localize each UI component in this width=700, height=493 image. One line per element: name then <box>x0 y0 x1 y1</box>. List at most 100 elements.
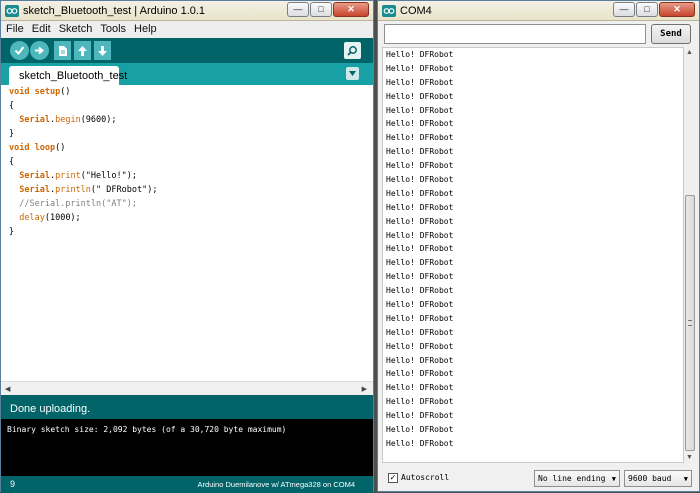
code-line: void setup() <box>9 85 157 99</box>
code-editor[interactable]: void setup() { Serial.begin(9600);} void l… <box>1 85 373 381</box>
scroll-up-icon[interactable]: ▲ <box>686 49 693 56</box>
code-token: Serial <box>19 185 50 195</box>
monitor-window-title: COM4 <box>400 5 432 17</box>
output-line: Hello! DFRobot <box>386 327 454 337</box>
maximize-button[interactable]: □ <box>310 2 332 17</box>
maximize-button[interactable]: □ <box>636 2 658 17</box>
code-line: { <box>9 155 157 169</box>
output-line: Hello! DFRobot <box>386 341 454 351</box>
output-line: Hello! DFRobot <box>386 77 454 87</box>
ide-toolbar <box>1 38 373 63</box>
chevron-down-icon: ▼ <box>683 475 688 483</box>
output-line: Hello! DFRobot <box>386 63 454 73</box>
output-line: Hello! DFRobot <box>386 411 454 421</box>
output-line: Hello! DFRobot <box>386 300 454 310</box>
new-button[interactable] <box>54 41 71 60</box>
monitor-title-bar[interactable]: COM4 — □ ✕ <box>378 1 699 21</box>
minimize-icon: — <box>619 4 629 14</box>
code-token: { <box>9 157 15 167</box>
autoscroll-label: Autoscroll <box>401 473 450 482</box>
verify-button[interactable] <box>10 41 29 60</box>
code-token: begin <box>55 115 81 125</box>
send-row: Send <box>378 21 699 47</box>
new-icon <box>58 45 67 56</box>
code-token: void <box>9 143 35 153</box>
menu-help[interactable]: Help <box>129 21 160 35</box>
send-input[interactable] <box>384 24 646 44</box>
tab-sketch[interactable]: sketch_Bluetooth_test <box>9 66 127 85</box>
code-line: //Serial.println("AT"); <box>9 197 157 211</box>
code-line: delay(1000); <box>9 211 157 225</box>
code-token: loop <box>34 143 56 153</box>
output-line: Hello! DFRobot <box>386 133 454 143</box>
minimize-button[interactable]: — <box>287 2 309 17</box>
output-vertical-scrollbar[interactable]: ▲ ▼ <box>684 47 696 463</box>
code-line: { <box>9 99 157 113</box>
close-button[interactable]: ✕ <box>659 2 695 17</box>
ide-window-title: sketch_Bluetooth_test | Arduino 1.0.1 <box>23 5 206 17</box>
autoscroll-checkbox[interactable]: ✓ <box>388 473 398 483</box>
serial-monitor-window: COM4 — □ ✕ Send Hello! DFRobot Hello! DFR… <box>377 0 700 492</box>
scroll-left-icon[interactable]: ◀ <box>5 385 10 393</box>
code-token: ("Hello!"); <box>80 171 137 181</box>
code-token: setup <box>34 87 61 97</box>
serial-monitor-button[interactable] <box>344 42 361 59</box>
send-button[interactable]: Send <box>651 24 691 44</box>
grip-icon <box>688 320 692 326</box>
output-line: Hello! DFRobot <box>386 369 454 379</box>
code-token: delay <box>19 213 45 223</box>
save-button[interactable] <box>94 41 111 60</box>
minimize-button[interactable]: — <box>613 2 635 17</box>
chevron-down-icon: ▼ <box>611 475 616 483</box>
console-output: Binary sketch size: 2,092 bytes (of a 30… <box>1 419 373 476</box>
menu-file[interactable]: File <box>1 21 27 35</box>
output-line: Hello! DFRobot <box>386 105 454 115</box>
code-line: } <box>9 127 157 141</box>
maximize-icon: □ <box>318 4 324 14</box>
verify-icon <box>14 46 25 56</box>
baud-value: 9600 baud <box>628 474 672 483</box>
open-button[interactable] <box>74 41 91 60</box>
upload-button[interactable] <box>30 41 49 60</box>
scroll-down-icon[interactable]: ▼ <box>686 454 693 461</box>
save-icon <box>98 45 107 56</box>
tab-menu-button[interactable] <box>346 67 359 80</box>
status-bar: Done uploading. <box>1 395 373 419</box>
chevron-down-icon <box>349 71 356 76</box>
code-token: (" DFRobot"); <box>90 185 158 195</box>
output-line: Hello! DFRobot <box>386 383 454 393</box>
menu-tools[interactable]: Tools <box>95 21 129 35</box>
output-line: Hello! DFRobot <box>386 216 454 226</box>
menu-edit[interactable]: Edit <box>27 21 54 35</box>
arduino-ide-window: sketch_Bluetooth_test | Arduino 1.0.1 — … <box>0 0 374 493</box>
output-line: Hello! DFRobot <box>386 175 454 185</box>
baud-select[interactable]: 9600 baud ▼ <box>624 470 692 487</box>
code-line: Serial.begin(9600); <box>9 113 157 127</box>
checkmark-icon: ✓ <box>389 473 397 482</box>
output-line: Hello! DFRobot <box>386 161 454 171</box>
close-button[interactable]: ✕ <box>333 2 369 17</box>
close-icon: ✕ <box>347 4 355 14</box>
scrollbar-thumb[interactable] <box>685 195 695 451</box>
line-ending-select[interactable]: No line ending ▼ <box>534 470 620 487</box>
code-token: Serial <box>19 171 50 181</box>
code-token: Serial <box>19 115 50 125</box>
menu-sketch[interactable]: Sketch <box>54 21 96 35</box>
minimize-icon: — <box>293 4 303 14</box>
close-icon: ✕ <box>673 4 681 14</box>
output-line: Hello! DFRobot <box>386 188 454 198</box>
maximize-icon: □ <box>644 4 650 14</box>
upload-status: Done uploading. <box>10 403 91 415</box>
open-icon <box>78 45 87 56</box>
code-token: { <box>9 101 15 111</box>
output-line: Hello! DFRobot <box>386 397 454 407</box>
output-line: Hello! DFRobot <box>386 50 454 59</box>
scroll-right-icon[interactable]: ▶ <box>362 385 367 393</box>
ide-title-bar[interactable]: sketch_Bluetooth_test | Arduino 1.0.1 — … <box>1 1 373 21</box>
output-line: Hello! DFRobot <box>386 119 454 129</box>
output-line: Hello! DFRobot <box>386 91 454 101</box>
code-token: } <box>9 227 15 237</box>
editor-horizontal-scrollbar[interactable]: ◀ ▶ <box>1 381 373 395</box>
